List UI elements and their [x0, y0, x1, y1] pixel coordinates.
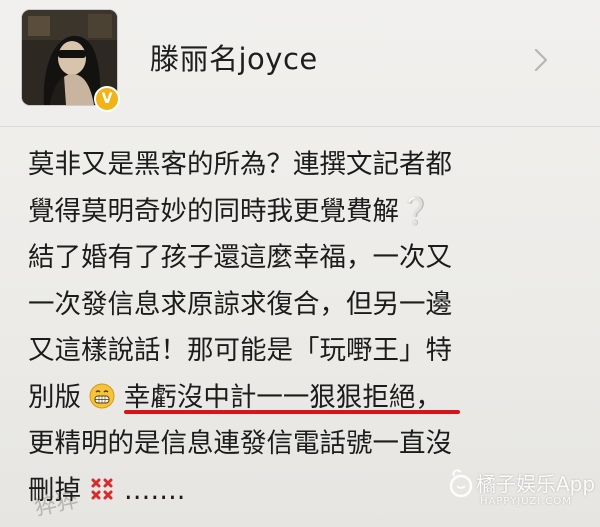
- post-line-text: 覺得莫明奇妙的同時我更覺費解: [28, 195, 399, 227]
- watermark-brand: 橘子娱乐App: [476, 472, 596, 496]
- post-line: 一次發信息求原諒求復合，但另一邊: [28, 282, 588, 329]
- post-line-text: 一次發信息求原諒求復合，但另一邊: [28, 288, 452, 320]
- header-divider: [0, 126, 600, 127]
- brand-watermark: 橘子娱乐App HAPPYJUZI.COM: [448, 460, 596, 516]
- question-icon: ❔: [399, 195, 432, 227]
- post-body: 莫非又是黑客的所為？連撰文記者都 覺得莫明奇妙的同時我更覺費解❔ 結了婚有了孩子…: [28, 142, 588, 514]
- anger-icon: [91, 478, 113, 499]
- post-line: 莫非又是黑客的所為？連撰文記者都: [28, 142, 588, 189]
- post-line: 結了婚有了孩子還這麼幸福，一次又: [28, 235, 588, 282]
- username[interactable]: 滕丽名joyce: [150, 36, 318, 78]
- profile-header[interactable]: V 滕丽名joyce: [0, 0, 600, 126]
- post-line-text: 莫非又是黑客的所為？連撰文記者都: [28, 149, 452, 180]
- post-line-text: 更精明的是信息連發信電話號一直沒: [28, 428, 452, 459]
- chevron-right-icon[interactable]: [532, 46, 550, 74]
- orange-logo-icon: [449, 469, 473, 498]
- highlighted-text: 幸虧沒中計一一狠狠拒絕，: [123, 381, 442, 413]
- verified-badge: V: [94, 86, 120, 112]
- post-line: 又這樣說話！那可能是「玩嘢王」特: [28, 328, 588, 375]
- post-line-text: 別版: [28, 381, 81, 413]
- post-line: 覺得莫明奇妙的同時我更覺費解❔: [28, 189, 588, 236]
- post-line: 別版 幸虧沒中計一一狠狠拒絕，: [28, 375, 588, 422]
- post-line-text: …….: [123, 474, 186, 506]
- post-line-text: 又這樣說話！那可能是「玩嘢王」特: [28, 335, 452, 366]
- grinning-emoji-icon: [89, 383, 115, 408]
- watermark-url: HAPPYJUZI.COM: [480, 496, 572, 507]
- red-underline: [123, 410, 460, 414]
- post-line-text: 結了婚有了孩子還這麼幸福，一次又: [28, 242, 452, 273]
- screenshot-frame: V 滕丽名joyce 莫非又是黑客的所為？連撰文記者都 覺得莫明奇妙的同時我更覺…: [0, 0, 600, 527]
- highlighted-phrase: 幸虧沒中計一一狠狠拒絕，: [123, 375, 460, 422]
